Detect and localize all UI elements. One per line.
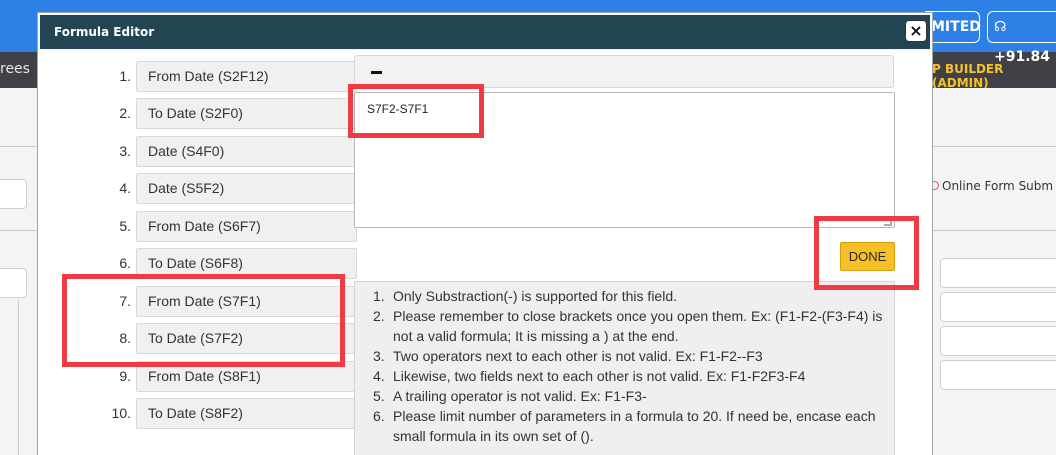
field-button[interactable]: To Date (S2F0) [136, 98, 357, 129]
done-highlight [814, 216, 919, 290]
app-builder-admin-label[interactable]: P BUILDER (ADMIN) [932, 62, 1056, 90]
field-item[interactable]: 1. From Date (S2F12) [98, 61, 378, 93]
bg-input[interactable] [940, 292, 1056, 322]
bg-nav-label[interactable]: rees [0, 61, 30, 77]
rule-number: 4. [373, 368, 385, 384]
field-number: 1. [119, 68, 131, 84]
rule-item: 4. Likewise, two fields next to each othe… [373, 366, 891, 386]
rule-number: 5. [373, 388, 385, 404]
company-pill[interactable]: MITED [925, 11, 981, 43]
bg-divider [18, 300, 19, 455]
field-item[interactable]: 10. To Date (S8F2) [98, 398, 378, 430]
close-button[interactable]: × [905, 20, 927, 42]
field-number: 3. [119, 143, 131, 159]
field-item[interactable]: 5. From Date (S6F7) [98, 211, 378, 243]
rules-list: 1. Only Substraction(-) is supported for … [373, 286, 891, 446]
rule-number: 6. [373, 408, 385, 424]
minus-icon[interactable] [371, 71, 382, 74]
field-button[interactable]: From Date (S2F12) [136, 61, 357, 92]
field-button[interactable]: Date (S4F0) [136, 136, 357, 167]
field-number: 2. [119, 105, 131, 121]
rule-text: Please limit number of parameters in a f… [393, 408, 876, 444]
bg-input[interactable] [940, 258, 1056, 288]
rule-number: 2. [373, 308, 385, 324]
rule-number: 3. [373, 348, 385, 364]
online-form-option[interactable]: Online Form Subm [930, 179, 1053, 193]
formula-highlight [348, 84, 484, 138]
bg-input[interactable] [940, 360, 1056, 390]
field-number: 9. [119, 368, 131, 384]
field-item[interactable]: 4. Date (S5F2) [98, 173, 378, 205]
field-number: 6. [119, 255, 131, 271]
rule-item: 3. Two operators next to each other is no… [373, 346, 891, 366]
field-button[interactable]: From Date (S6F7) [136, 211, 357, 242]
field-button[interactable]: Date (S5F2) [136, 173, 357, 204]
field-item[interactable]: 2. To Date (S2F0) [98, 98, 378, 130]
field-item[interactable]: 3. Date (S4F0) [98, 136, 378, 168]
rule-item: 2. Please remember to close brackets once… [373, 306, 891, 346]
rule-item: 5. A trailing operator is not valid. Ex: … [373, 386, 891, 406]
field-number: 4. [119, 180, 131, 196]
rule-text: Two operators next to each other is not … [393, 348, 763, 364]
support-phone-pill[interactable]: ☊ +91.84 [987, 11, 1056, 65]
bg-input[interactable] [0, 179, 27, 209]
rule-text: Likewise, two fields next to each other … [393, 368, 806, 384]
field-number: 5. [119, 218, 131, 234]
modal-title: Formula Editor [54, 25, 155, 39]
bg-input[interactable] [0, 268, 27, 298]
rule-item: 6. Please limit number of parameters in a… [373, 406, 891, 446]
bg-input[interactable] [940, 326, 1056, 356]
modal-header: Formula Editor [39, 14, 931, 50]
rule-number: 1. [373, 288, 385, 304]
online-form-label: Online Form Subm [942, 179, 1054, 193]
rule-text: A trailing operator is not valid. Ex: F1… [393, 388, 647, 404]
rule-text: Please remember to close brackets once y… [393, 308, 883, 344]
field-button[interactable]: To Date (S8F2) [136, 398, 357, 429]
fields-highlight [62, 274, 345, 367]
formula-rules: 1. Only Substraction(-) is supported for … [354, 281, 895, 455]
field-number: 10. [111, 405, 131, 421]
headset-icon: ☊ [994, 19, 1007, 35]
